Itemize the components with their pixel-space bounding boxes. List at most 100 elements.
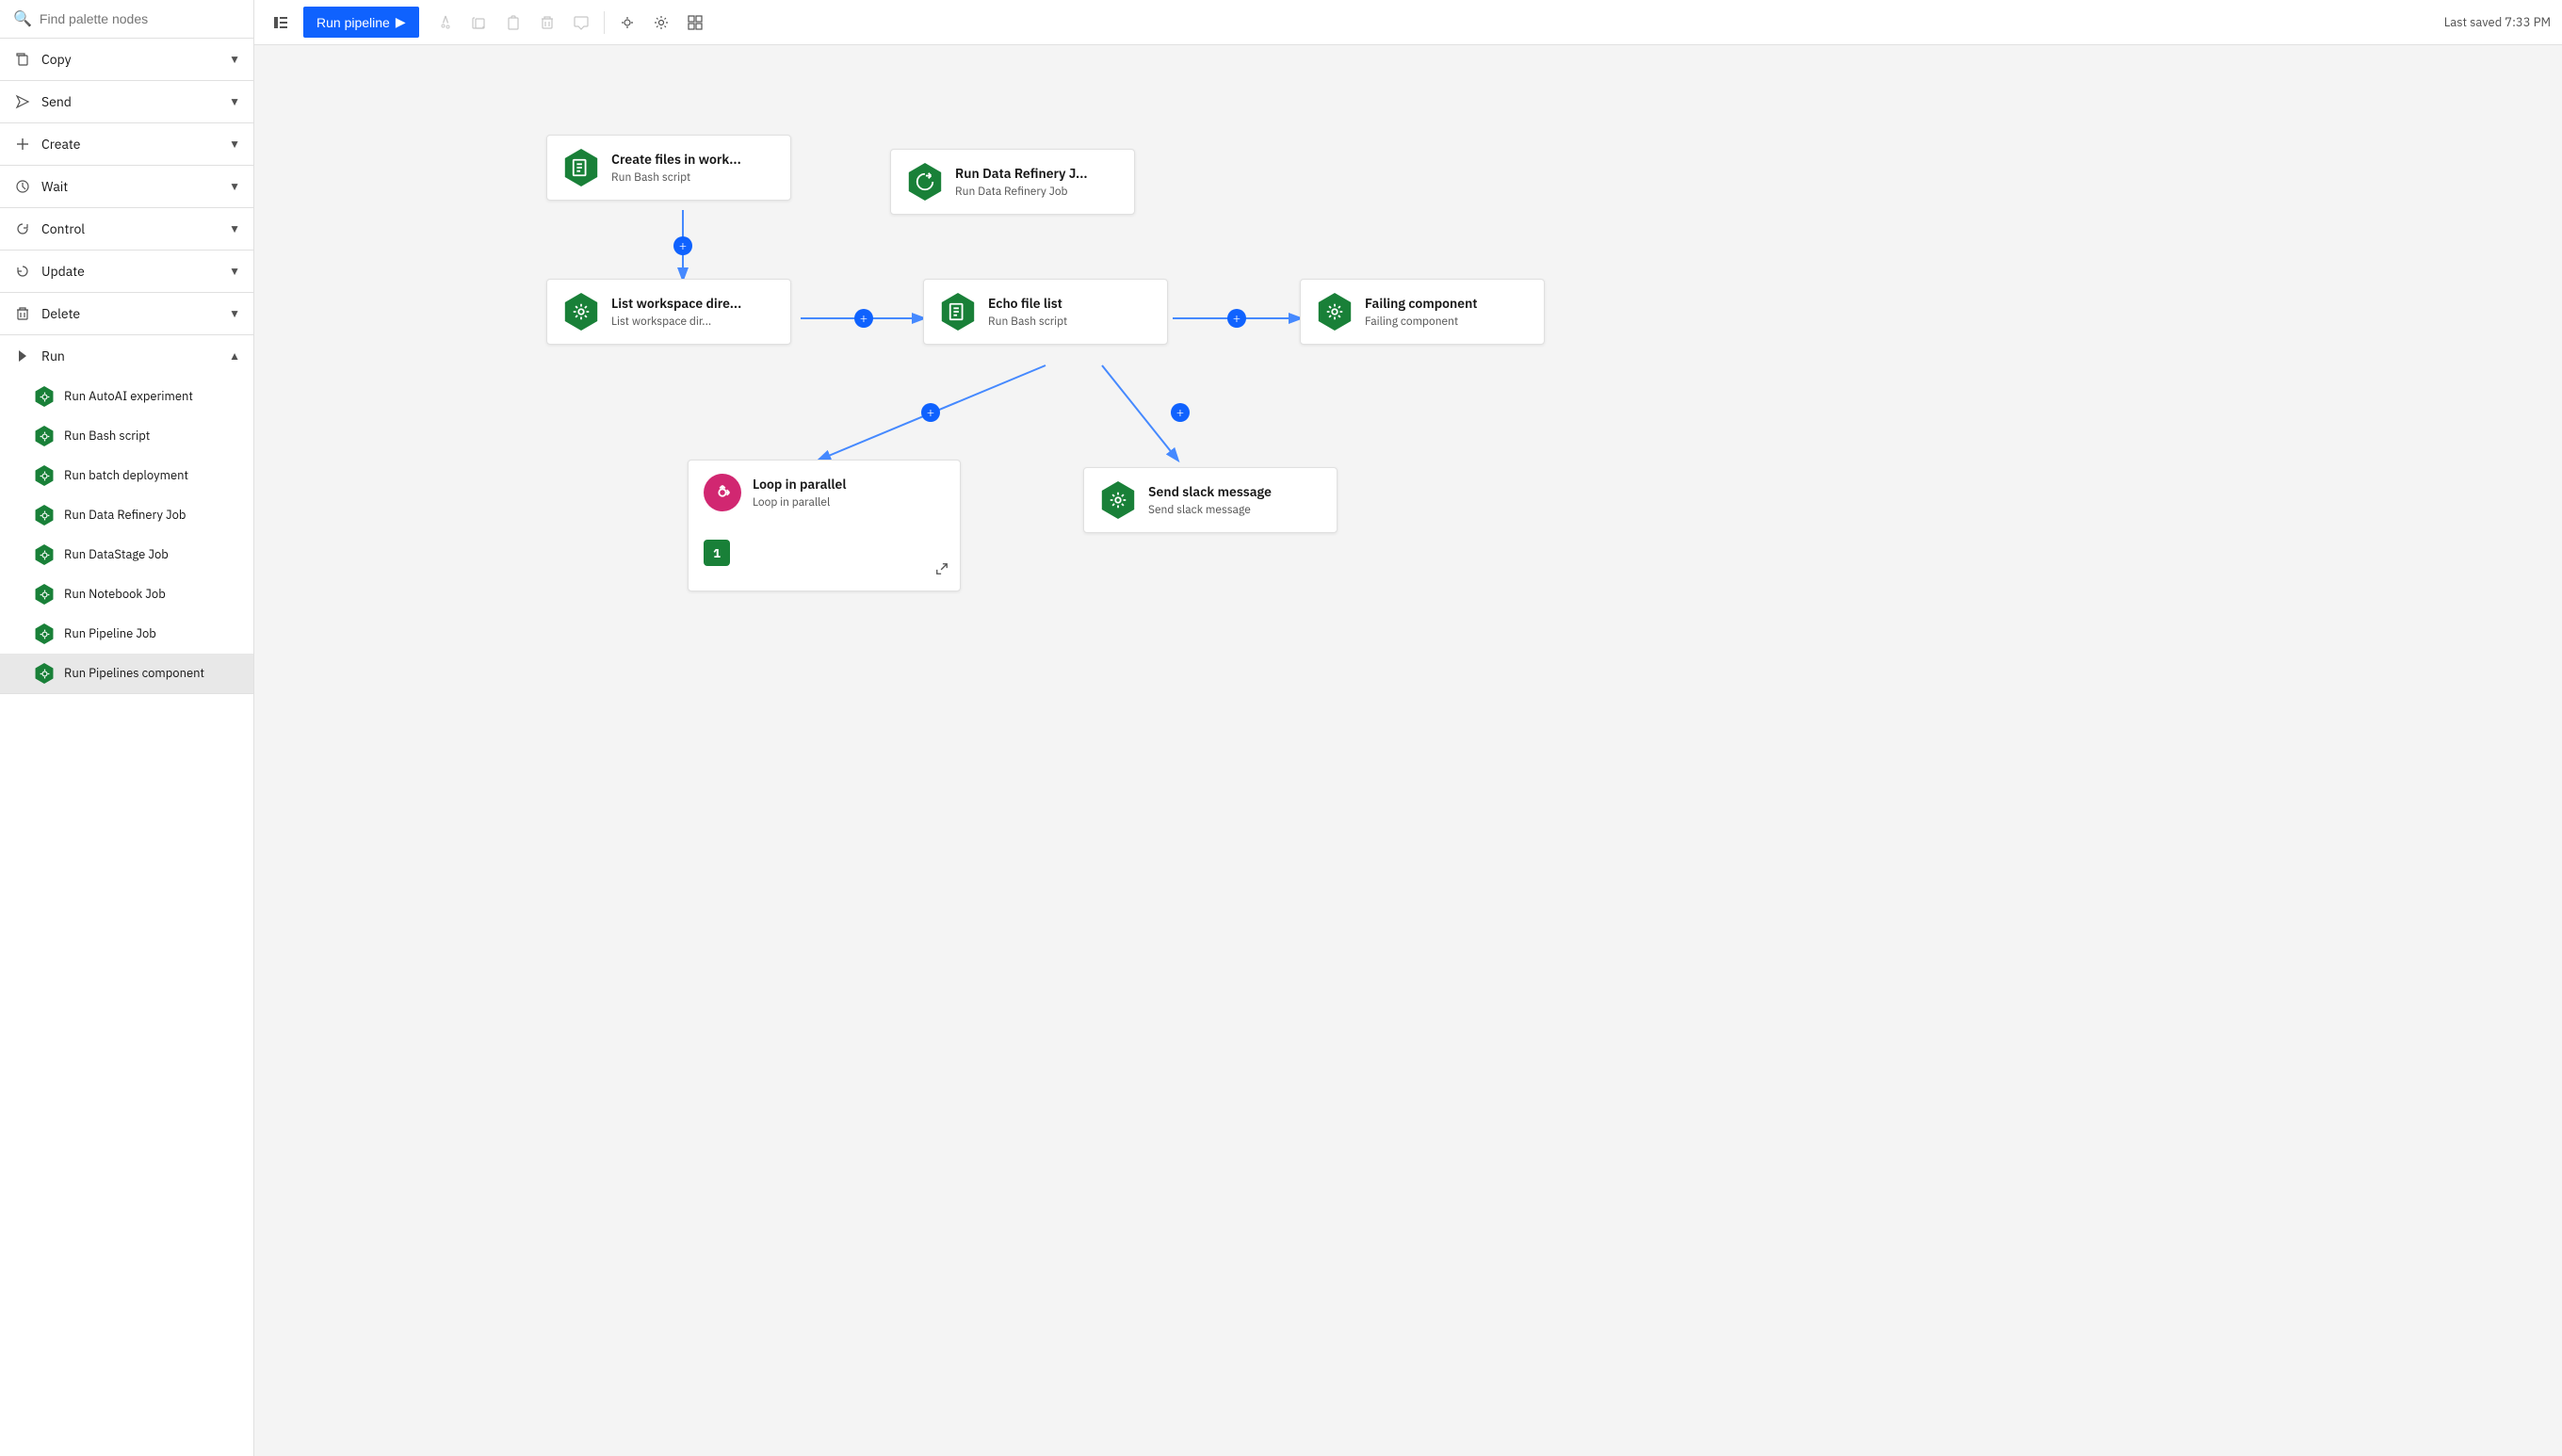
node-echo-file-list-text: Echo file list Run Bash script: [988, 295, 1067, 328]
node-create-files-subtitle: Run Bash script: [611, 170, 741, 185]
item-icon-run-refinery: [34, 505, 55, 526]
item-label-run-autoai: Run AutoAI experiment: [64, 389, 193, 405]
node-loop-subtitle: Loop in parallel: [753, 495, 846, 510]
node-send-slack-text: Send slack message Send slack message: [1148, 483, 1272, 516]
sidebar-group-create: Create ▼: [0, 123, 253, 166]
group-icon-update: [13, 262, 32, 281]
properties-button[interactable]: [612, 8, 642, 38]
sidebar-group-wait: Wait ▼: [0, 166, 253, 208]
toolbar-separator-1: [604, 11, 605, 34]
copy-button[interactable]: [464, 8, 495, 38]
paste-button[interactable]: [498, 8, 528, 38]
sidebar-group-header-create[interactable]: Create ▼: [0, 123, 253, 165]
group-chevron-control: ▼: [229, 222, 240, 236]
node-create-files-title: Create files in work...: [611, 151, 741, 168]
search-input[interactable]: [40, 11, 240, 26]
conn-add-diag-left[interactable]: +: [921, 403, 940, 422]
item-label-run-refinery: Run Data Refinery Job: [64, 508, 186, 524]
search-icon: 🔍: [13, 9, 32, 28]
loop-expand-button[interactable]: [935, 562, 949, 579]
run-pipeline-label: Run pipeline: [316, 15, 390, 30]
sidebar-item-run-datastage[interactable]: Run DataStage Job: [0, 535, 253, 574]
item-icon-run-bash: [34, 426, 55, 446]
conn-add-vertical[interactable]: +: [673, 236, 692, 255]
group-label-copy: Copy: [41, 51, 219, 68]
node-loop-parallel[interactable]: Loop in parallel Loop in parallel 1: [688, 460, 961, 591]
delete-button[interactable]: [532, 8, 562, 38]
sidebar-item-run-batch[interactable]: Run batch deployment: [0, 456, 253, 495]
run-icon: ▶: [396, 14, 406, 30]
node-create-files-text: Create files in work... Run Bash script: [611, 151, 741, 184]
node-failing-component-text: Failing component Failing component: [1365, 295, 1478, 328]
sidebar-group-header-update[interactable]: Update ▼: [0, 251, 253, 292]
grid-button[interactable]: [680, 8, 710, 38]
sidebar-item-run-notebook[interactable]: Run Notebook Job: [0, 574, 253, 614]
node-loop-header: Loop in parallel Loop in parallel: [704, 474, 945, 511]
item-label-run-pipelines: Run Pipelines component: [64, 666, 204, 682]
group-icon-run: [13, 347, 32, 365]
group-chevron-delete: ▼: [229, 307, 240, 321]
group-icon-control: [13, 219, 32, 238]
sidebar-groups: Copy ▼ Send ▼ Create ▼ Wait ▼ Control ▼ …: [0, 39, 253, 694]
sidebar-item-run-bash[interactable]: Run Bash script: [0, 416, 253, 456]
node-echo-file-list[interactable]: Echo file list Run Bash script: [923, 279, 1168, 345]
toolbar: Run pipeline ▶ Last saved 7:33 PM: [254, 0, 2562, 45]
node-create-files[interactable]: Create files in work... Run Bash script: [546, 135, 791, 201]
sidebar-item-run-pipelines[interactable]: Run Pipelines component: [0, 654, 253, 693]
settings-button[interactable]: [646, 8, 676, 38]
conn-add-horiz-1[interactable]: +: [854, 309, 873, 328]
node-create-files-icon: [562, 149, 600, 186]
conn-add-horiz-2[interactable]: +: [1227, 309, 1246, 328]
group-icon-wait: [13, 177, 32, 196]
node-list-workspace[interactable]: List workspace dire... List workspace di…: [546, 279, 791, 345]
group-label-create: Create: [41, 136, 219, 153]
conn-add-diag-right[interactable]: +: [1171, 403, 1190, 422]
item-label-run-notebook: Run Notebook Job: [64, 587, 166, 603]
last-saved: Last saved 7:33 PM: [2444, 14, 2551, 30]
node-list-workspace-subtitle: List workspace dir...: [611, 315, 741, 329]
sidebar-group-update: Update ▼: [0, 251, 253, 293]
pipeline-canvas[interactable]: + + + + + Create files in work... Run Ba…: [254, 45, 2562, 1456]
main-area: Run pipeline ▶ Last saved 7:33 PM: [254, 0, 2562, 1456]
group-chevron-update: ▼: [229, 265, 240, 279]
item-icon-run-notebook: [34, 584, 55, 605]
node-send-slack[interactable]: Send slack message Send slack message: [1083, 467, 1338, 533]
sidebar-group-header-wait[interactable]: Wait ▼: [0, 166, 253, 207]
sidebar-group-control: Control ▼: [0, 208, 253, 251]
node-loop-text: Loop in parallel Loop in parallel: [753, 476, 846, 509]
group-icon-send: [13, 92, 32, 111]
node-list-workspace-icon: [562, 293, 600, 331]
item-label-run-bash: Run Bash script: [64, 429, 150, 445]
search-bar[interactable]: 🔍: [0, 0, 253, 39]
run-pipeline-button[interactable]: Run pipeline ▶: [303, 7, 419, 38]
sidebar-group-header-control[interactable]: Control ▼: [0, 208, 253, 250]
node-echo-file-list-icon: [939, 293, 977, 331]
sidebar-item-run-pipeline[interactable]: Run Pipeline Job: [0, 614, 253, 654]
connections-svg: [254, 45, 2562, 1456]
node-list-workspace-title: List workspace dire...: [611, 295, 741, 312]
group-icon-copy: [13, 50, 32, 69]
sidebar-group-run: Run ▲ Run AutoAI experiment Run Bash scr…: [0, 335, 253, 694]
item-icon-run-pipelines: [34, 663, 55, 684]
item-label-run-pipeline: Run Pipeline Job: [64, 626, 156, 642]
node-run-refinery[interactable]: Run Data Refinery J... Run Data Refinery…: [890, 149, 1135, 215]
node-failing-component[interactable]: Failing component Failing component: [1300, 279, 1545, 345]
pipeline-toggle-button[interactable]: [266, 8, 296, 38]
node-send-slack-subtitle: Send slack message: [1148, 503, 1272, 517]
sidebar-group-header-send[interactable]: Send ▼: [0, 81, 253, 122]
sidebar-item-run-refinery[interactable]: Run Data Refinery Job: [0, 495, 253, 535]
sidebar-item-run-autoai[interactable]: Run AutoAI experiment: [0, 377, 253, 416]
sidebar-group-copy: Copy ▼: [0, 39, 253, 81]
item-label-run-datastage: Run DataStage Job: [64, 547, 169, 563]
item-icon-run-batch: [34, 465, 55, 486]
sidebar-group-header-copy[interactable]: Copy ▼: [0, 39, 253, 80]
comment-button[interactable]: [566, 8, 596, 38]
cut-button[interactable]: [430, 8, 461, 38]
group-chevron-send: ▼: [229, 95, 240, 109]
item-label-run-batch: Run batch deployment: [64, 468, 188, 484]
sidebar-group-header-run[interactable]: Run ▲: [0, 335, 253, 377]
node-run-refinery-text: Run Data Refinery J... Run Data Refinery…: [955, 165, 1088, 198]
sidebar-group-header-delete[interactable]: Delete ▼: [0, 293, 253, 334]
group-label-run: Run: [41, 348, 219, 364]
item-icon-run-pipeline: [34, 623, 55, 644]
